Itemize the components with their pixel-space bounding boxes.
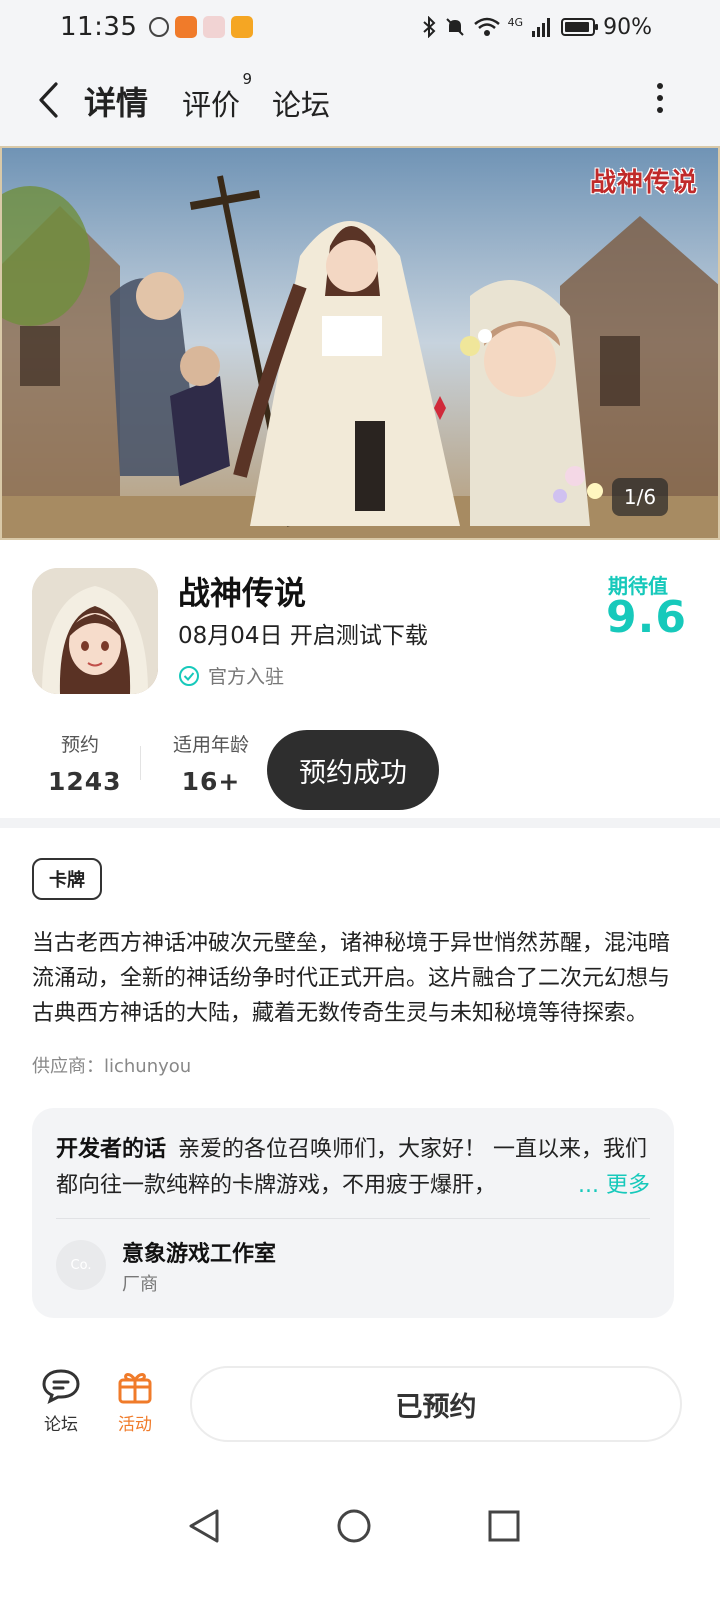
developer-words[interactable]: 开发者的话 亲爱的各位召唤师们，大家好！ 一直以来，我们都向往一款纯粹的卡牌游戏，… [56, 1132, 650, 1204]
supplier-info: 供应商：lichunyou [32, 1056, 192, 1077]
more-dot-icon [657, 95, 663, 101]
back-arrow-icon [39, 82, 58, 118]
verified-check-icon [179, 665, 199, 686]
triangle-back-icon [189, 1509, 219, 1543]
developer-card: 开发者的话 亲爱的各位召唤师们，大家好！ 一直以来，我们都向往一款纯粹的卡牌游戏，… [32, 1108, 674, 1318]
release-date: 08月04日 开启测试下载 [178, 623, 428, 649]
age-rating: 适用年龄 16+ [170, 730, 252, 796]
system-home-button[interactable] [334, 1506, 374, 1546]
status-time: 11:35 [60, 12, 138, 42]
official-badge: 官方入驻 [178, 662, 284, 689]
system-navigation-bar [0, 1490, 720, 1570]
reserve-value: 1243 [48, 767, 122, 796]
reserve-success-button[interactable]: 预约成功 [267, 730, 439, 810]
genre-tag[interactable]: 卡牌 [32, 858, 102, 900]
carousel-counter: 1/6 [612, 478, 668, 516]
bottom-forum-label: 论坛 [44, 1415, 78, 1435]
official-label: 官方入驻 [208, 666, 285, 688]
age-label: 适用年龄 [172, 734, 249, 756]
tab-detail[interactable]: 详情 [84, 78, 150, 126]
developer-role: 厂商 [122, 1274, 158, 1295]
reservation-count: 预约 1243 [48, 730, 122, 796]
game-app-icon [32, 568, 158, 694]
developer-words-label: 开发者的话 [56, 1137, 167, 1162]
tab-forum-label: 论坛 [272, 88, 331, 122]
ellipsis: ... [578, 1173, 599, 1198]
age-value: 16+ [181, 767, 241, 796]
screenshot-carousel[interactable]: 战神传说 1/6 [0, 146, 720, 540]
top-nav: 详情 评价 9 论坛 [0, 54, 720, 146]
bottom-activity-label: 活动 [118, 1415, 152, 1435]
bottom-forum-button[interactable]: 论坛 [38, 1368, 84, 1435]
game-title: 战神传说 [178, 574, 307, 612]
review-count-badge: 9 [242, 70, 253, 88]
game-logo-text: 战神传说 [589, 168, 698, 198]
developer-name[interactable]: 意象游戏工作室 [122, 1236, 276, 1268]
section-divider [0, 818, 720, 828]
tab-review-label: 评价 [182, 88, 241, 122]
mute-icon [445, 18, 464, 36]
game-key-art-image [0, 146, 720, 540]
wifi-icon [473, 17, 500, 36]
back-button[interactable] [28, 76, 68, 124]
network-type: 4G [507, 15, 524, 29]
forum-chat-icon [42, 1369, 80, 1404]
stat-divider [140, 746, 141, 780]
app-notification-icon [149, 17, 170, 37]
more-dot-icon [657, 107, 663, 113]
gift-icon [118, 1373, 152, 1404]
more-label: 更多 [605, 1173, 650, 1198]
reserved-button[interactable]: 已预约 [190, 1366, 682, 1442]
game-icon-portrait-image [32, 568, 158, 694]
signal-icon [532, 18, 551, 37]
more-dot-icon [657, 83, 663, 89]
tab-forum[interactable]: 论坛 [272, 82, 330, 124]
game-notification-icon [175, 16, 198, 38]
developer-avatar[interactable]: Co. [56, 1240, 106, 1290]
more-options-button[interactable] [648, 78, 672, 118]
developer-divider [56, 1218, 650, 1219]
status-right: 4G 90% [422, 15, 652, 40]
bottom-activity-button[interactable]: 活动 [112, 1368, 158, 1435]
circle-home-icon [337, 1509, 371, 1543]
tab-detail-label: 详情 [84, 84, 149, 122]
battery-icon [561, 18, 599, 36]
expectation-score: 9.6 [606, 592, 687, 643]
status-bar: 11:35 4G 90% [0, 0, 720, 54]
game-description[interactable]: 当古老西方神话冲破次元壁垒，诸神秘境于异世悄然苏醒，混沌暗流涌动，全新的神话纷争… [32, 926, 680, 1031]
reserve-label: 预约 [60, 734, 99, 756]
system-back-button[interactable] [184, 1506, 224, 1546]
square-recents-icon [488, 1510, 520, 1542]
developer-more-link[interactable]: ... 更多 [570, 1168, 650, 1204]
status-left: 11:35 [60, 12, 254, 42]
coupon-notification-icon [231, 16, 254, 38]
tab-review[interactable]: 评价 9 [182, 70, 252, 124]
bluetooth-icon [422, 16, 436, 38]
battery-level: 90% [603, 14, 652, 40]
calendar-notification-icon [203, 16, 226, 38]
system-recents-button[interactable] [484, 1506, 524, 1546]
